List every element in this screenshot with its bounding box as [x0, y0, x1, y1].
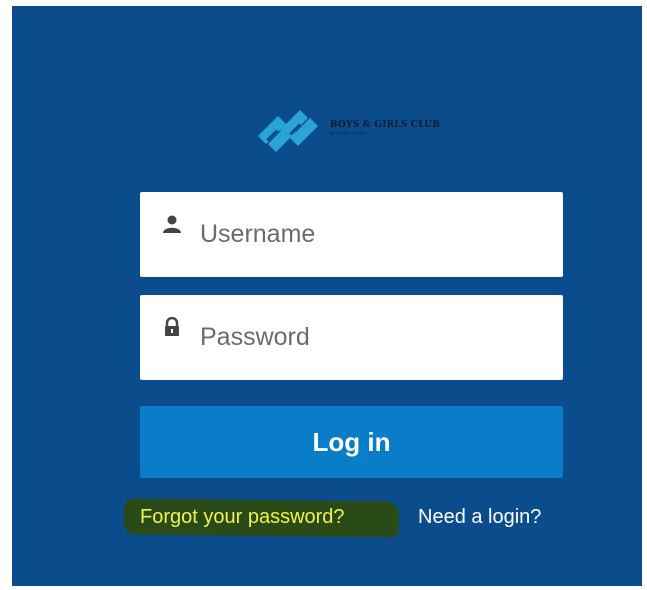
brand-name: BOYS & GIRLS CLUB [330, 120, 441, 130]
login-button[interactable]: Log in [140, 406, 563, 478]
brand-subtitle: OF LOWE COUNTY [330, 131, 367, 136]
brand-logo: BOYS & GIRLS CLUB OF LOWE COUNTY [254, 106, 464, 158]
password-field[interactable] [140, 295, 563, 380]
lock-icon [165, 317, 179, 336]
forgot-password-link[interactable]: Forgot your password? [140, 506, 345, 529]
login-panel: BOYS & GIRLS CLUB OF LOWE COUNTY Log in … [12, 6, 642, 586]
username-input[interactable] [200, 214, 540, 254]
need-login-link[interactable]: Need a login? [418, 506, 541, 529]
user-icon [163, 215, 181, 233]
password-input[interactable] [200, 317, 540, 357]
club-logo-icon [258, 110, 318, 152]
username-field[interactable] [140, 192, 563, 277]
